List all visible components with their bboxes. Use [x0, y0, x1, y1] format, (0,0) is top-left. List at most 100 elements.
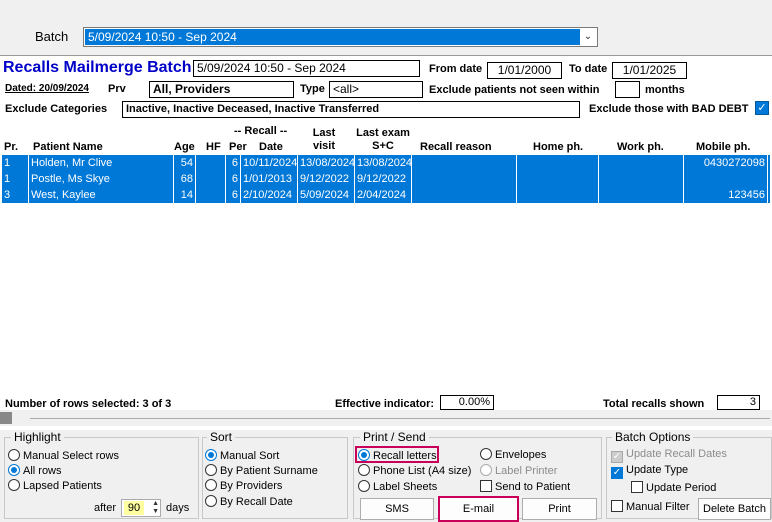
highlight-lapsed-option[interactable]: Lapsed Patients [8, 479, 102, 492]
cell-name: Postle, Ms Skye [29, 171, 174, 187]
effective-indicator-value: 0.00% [440, 395, 494, 410]
total-recalls-value: 3 [717, 395, 760, 410]
batch-dropdown[interactable]: 5/09/2024 10:50 - Sep 2024 ⌄ [83, 27, 598, 47]
radio-icon[interactable] [480, 448, 492, 460]
send-to-patient-option[interactable]: Send to Patient [480, 480, 570, 493]
from-date-label: From date [429, 63, 483, 75]
after-days-stepper[interactable]: 90 ▲ ▼ [121, 499, 161, 517]
radio-icon [480, 464, 492, 476]
print-send-title: Print / Send [360, 430, 429, 444]
col-date: Date [259, 141, 283, 153]
col-recall-reason: Recall reason [420, 141, 492, 153]
update-period-option[interactable]: Update Period [631, 481, 716, 494]
checkbox-checked-icon[interactable]: ✓ [611, 467, 623, 479]
cell-mobile: 0430272098 [684, 155, 768, 171]
radio-icon[interactable] [8, 449, 20, 461]
cell-date: 10/11/2024 [243, 155, 298, 171]
checkbox-icon[interactable] [480, 480, 492, 492]
radio-icon[interactable] [8, 479, 20, 491]
exclude-bad-debt-checkbox[interactable]: ✓ [755, 101, 769, 115]
cell-hf [196, 171, 226, 187]
sort-surname-option[interactable]: By Patient Surname [205, 464, 318, 477]
sort-recall-date-option[interactable]: By Recall Date [205, 495, 293, 508]
envelopes-option[interactable]: Envelopes [480, 448, 546, 461]
col-pr: Pr. [4, 141, 19, 153]
col-hf: HF [206, 141, 221, 153]
cell-work [599, 155, 684, 171]
email-button[interactable]: E-mail [438, 496, 519, 522]
checkbox-icon[interactable] [611, 500, 623, 512]
highlight-manual-option[interactable]: Manual Select rows [8, 449, 119, 462]
horizontal-scrollbar[interactable] [0, 410, 772, 426]
radio-icon[interactable] [205, 479, 217, 491]
cell-hf [196, 155, 226, 171]
batch-name-field[interactable]: 5/09/2024 10:50 - Sep 2024 [193, 60, 420, 77]
col-recall-group: -- Recall -- [234, 125, 288, 137]
exclude-categories-label: Exclude Categories [5, 103, 108, 115]
highlight-all-option[interactable]: All rows [8, 464, 62, 477]
sort-providers-option[interactable]: By Providers [205, 479, 282, 492]
rows-selected-text: Number of rows selected: 3 of 3 [5, 398, 172, 410]
cell-age: 14 [174, 187, 196, 203]
effective-indicator-label: Effective indicator: [335, 398, 435, 410]
scroll-thumb[interactable] [0, 412, 12, 424]
chevron-down-icon[interactable]: ⌄ [579, 28, 597, 46]
after-days-value[interactable]: 90 [124, 501, 144, 515]
table-row[interactable]: 3 West, Kaylee 14 6 2/10/2024 5/09/2024 … [2, 187, 770, 203]
after-label: after [94, 502, 117, 514]
provider-field[interactable]: All, Providers [149, 81, 294, 98]
radio-selected-icon[interactable] [358, 449, 370, 461]
cell-per: 6 [226, 187, 241, 203]
cell-last-exam: 2/04/2024 [355, 187, 412, 203]
col-last-visit: Last visit [312, 127, 336, 152]
label-sheets-option[interactable]: Label Sheets [358, 480, 437, 493]
col-age: Age [174, 141, 195, 153]
months-field[interactable] [615, 81, 640, 98]
label-printer-option: Label Printer [480, 464, 557, 477]
radio-icon[interactable] [358, 480, 370, 492]
exclude-categories-field[interactable]: Inactive, Inactive Deceased, Inactive Tr… [122, 101, 580, 118]
cell-date: 2/10/2024 [241, 187, 298, 203]
cell-work [599, 171, 684, 187]
radio-icon[interactable] [205, 464, 217, 476]
checkbox-checked-icon: ✓ [611, 451, 623, 463]
cell-last-visit: 13/08/2024 [300, 155, 355, 171]
radio-icon[interactable] [358, 464, 370, 476]
phone-list-option[interactable]: Phone List (A4 size) [358, 464, 471, 477]
cell-per: 6 [226, 155, 241, 171]
checkbox-icon[interactable] [631, 481, 643, 493]
sms-button[interactable]: SMS [360, 498, 434, 520]
cell-last-visit: 5/09/2024 [298, 187, 355, 203]
cell-last-exam: 9/12/2022 [355, 171, 412, 187]
sort-manual-option[interactable]: Manual Sort [205, 449, 279, 462]
dated-label: Dated: 20/09/2024 [5, 83, 89, 94]
radio-icon[interactable] [205, 495, 217, 507]
table-row[interactable]: 1 Holden, Mr Clive 54 6 10/11/2024 13/08… [2, 155, 770, 171]
col-home-ph: Home ph. [533, 141, 584, 153]
cell-mobile: 123456 [684, 187, 768, 203]
cell-home [517, 171, 599, 187]
radio-selected-icon[interactable] [205, 449, 217, 461]
recall-letters-option[interactable]: Recall letters [355, 446, 439, 463]
cell-age: 54 [174, 155, 196, 171]
cell-home [517, 187, 599, 203]
radio-selected-icon[interactable] [8, 464, 20, 476]
batch-label: Batch [35, 29, 69, 44]
print-button[interactable]: Print [522, 498, 597, 520]
spin-arrows-icon[interactable]: ▲ ▼ [152, 500, 159, 516]
cell-date: 1/01/2013 [241, 171, 298, 187]
manual-filter-option[interactable]: Manual Filter [611, 500, 690, 513]
from-date-field[interactable]: 1/01/2000 [487, 62, 562, 79]
to-date-field[interactable]: 1/01/2025 [612, 62, 687, 79]
batch-dropdown-value: 5/09/2024 10:50 - Sep 2024 [85, 29, 580, 45]
months-label: months [645, 84, 685, 96]
cell-last-exam: 13/08/2024 [357, 155, 412, 171]
table-row[interactable]: 1 Postle, Ms Skye 68 6 1/01/2013 9/12/20… [2, 171, 770, 187]
delete-batch-button[interactable]: Delete Batch [698, 498, 771, 520]
cell-home [517, 155, 599, 171]
cell-mobile [684, 171, 768, 187]
cell-reason [412, 171, 517, 187]
update-type-option[interactable]: ✓ Update Type [611, 464, 688, 479]
prv-label: Prv [108, 83, 126, 95]
type-field[interactable]: <all> [329, 81, 423, 98]
